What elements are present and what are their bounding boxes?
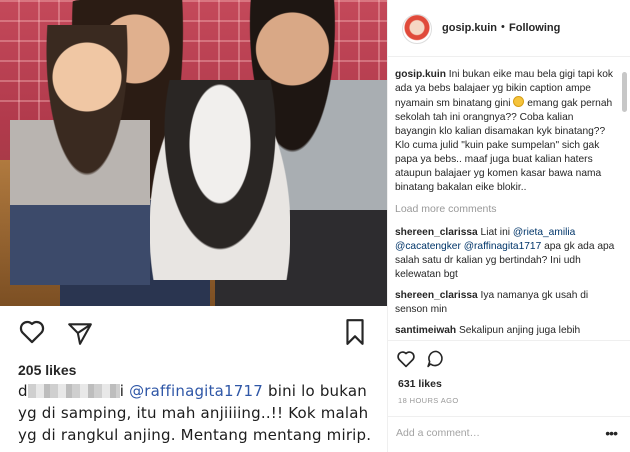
child-figure <box>10 25 150 285</box>
post-photo[interactable] <box>0 0 387 306</box>
avatar[interactable] <box>402 14 432 44</box>
grinning-sweat-emoji-icon <box>513 96 525 107</box>
likes-count-left[interactable]: 205 likes <box>18 362 76 378</box>
heart-icon[interactable] <box>18 318 46 349</box>
comment-mention[interactable]: @raffinagita1717 <box>464 241 542 252</box>
comment-item: shereen_clarissa Liat ini @rieta_amilia … <box>395 226 615 282</box>
post-header: gosip.kuin • Following <box>388 0 630 57</box>
caption-username[interactable]: gosip.kuin <box>395 69 446 80</box>
comment-mention[interactable]: @rieta_amilia <box>513 227 575 238</box>
comment-icon[interactable] <box>426 349 446 373</box>
comments-scrollbar[interactable] <box>622 60 627 340</box>
load-more-comments-link[interactable]: Load more comments <box>395 202 615 216</box>
more-options-icon[interactable]: ••• <box>605 425 618 441</box>
comment-item: santimeiwah Sekalipun anjing juga lebih <box>395 324 615 338</box>
post-side-panel: gosip.kuin • Following gosip.kuin Ini bu… <box>387 0 630 452</box>
bookmark-icon[interactable] <box>344 318 366 351</box>
header-separator: • <box>501 21 505 33</box>
caption-suffix: i <box>119 382 125 400</box>
header-username[interactable]: gosip.kuin <box>442 22 497 34</box>
comment-username[interactable]: shereen_clarissa <box>395 290 478 301</box>
censored-username <box>27 384 120 398</box>
side-action-bar: 631 likes 18 HOURS AGO ••• <box>388 340 630 452</box>
heart-icon[interactable] <box>396 349 416 373</box>
comment-mention[interactable]: @cacatengker <box>395 241 461 252</box>
add-comment-bar: ••• <box>388 416 630 452</box>
dog-figure <box>150 80 290 280</box>
likes-count[interactable]: 631 likes <box>398 378 442 390</box>
comment-username[interactable]: santimeiwah <box>395 325 456 336</box>
comments-list: gosip.kuin Ini bukan eike mau bela gigi … <box>395 68 615 338</box>
comment-username[interactable]: shereen_clarissa <box>395 227 478 238</box>
post-timestamp: 18 HOURS AGO <box>398 396 459 405</box>
comment-text: Sekalipun anjing juga lebih <box>459 325 581 336</box>
add-comment-input[interactable] <box>396 427 586 439</box>
caption-comment: gosip.kuin Ini bukan eike mau bela gigi … <box>395 68 615 195</box>
handwritten-caption: di @raffinagita1717 bini lo bukan yg di … <box>18 380 378 446</box>
share-icon[interactable] <box>66 320 94 351</box>
scrollbar-thumb[interactable] <box>622 72 627 112</box>
following-button[interactable]: Following <box>509 22 560 34</box>
comment-text: Liat ini <box>480 227 510 238</box>
caption-prefix: d <box>18 382 28 400</box>
comment-item: shereen_clarissa Iya namanya gk usah di … <box>395 289 615 317</box>
caption-text-b: emang gak pernah sekolah tah ini orangny… <box>395 98 613 193</box>
caption-mention[interactable]: @raffinagita1717 <box>129 382 263 400</box>
